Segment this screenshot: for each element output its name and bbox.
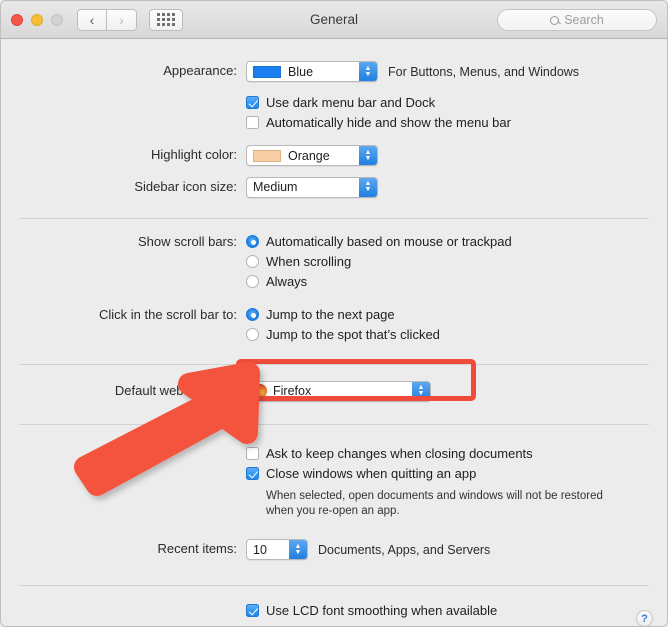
dark-menu-bar-label: Use dark menu bar and Dock xyxy=(266,94,436,110)
click-scroll-bar-row: Click in the scroll bar to: Jump to the … xyxy=(1,305,667,345)
highlight-color-stepper-icon[interactable]: ▲ ▼ xyxy=(359,146,377,165)
highlight-color-popup-button[interactable]: Orange ▲ ▼ xyxy=(246,145,378,166)
chevron-left-icon: ‹ xyxy=(89,11,95,28)
appearance-color-swatch xyxy=(253,65,281,78)
separator-4 xyxy=(19,585,649,586)
firefox-icon xyxy=(253,384,267,398)
auto-hide-menu-bar-checkbox-box[interactable] xyxy=(246,115,259,129)
highlight-color-swatch xyxy=(253,149,281,162)
dark-menu-bar-checkbox-box[interactable] xyxy=(246,95,259,109)
click-scroll-option-next-page[interactable]: Jump to the next page xyxy=(246,305,667,325)
appearance-note: For Buttons, Menus, and Windows xyxy=(388,64,580,79)
ask-keep-changes-checkbox-box[interactable] xyxy=(246,446,259,460)
recent-items-value: 10 xyxy=(253,542,267,557)
lcd-font-smoothing-checkbox-box[interactable] xyxy=(246,603,259,617)
show-all-button[interactable] xyxy=(149,8,183,31)
preferences-content: Appearance: Blue ▲ ▼ For Buttons, Menus, … xyxy=(1,61,667,626)
highlight-color-row: Highlight color: Orange ▲ ▼ xyxy=(1,145,667,167)
appearance-value: Blue xyxy=(288,64,314,79)
appearance-popup-button[interactable]: Blue ▲ ▼ xyxy=(246,61,378,82)
click-scroll-radio-next-page[interactable] xyxy=(246,308,259,321)
click-scroll-label-next-page: Jump to the next page xyxy=(266,307,395,322)
dark-menu-bar-checkbox[interactable]: Use dark menu bar and Dock xyxy=(246,92,667,112)
close-windows-quitting-checkbox[interactable]: Close windows when quitting an app xyxy=(246,463,667,483)
default-web-browser-stepper-icon[interactable]: ▲ ▼ xyxy=(412,381,430,401)
traffic-light-group xyxy=(11,13,63,26)
click-scroll-radio-spot-clicked[interactable] xyxy=(246,328,259,341)
separator-3 xyxy=(19,424,649,425)
separator-2 xyxy=(19,363,649,365)
appearance-stepper-icon[interactable]: ▲ ▼ xyxy=(359,62,377,81)
show-scroll-bars-row: Show scroll bars: Automatically based on… xyxy=(1,232,667,292)
separator-1 xyxy=(19,217,649,219)
highlight-color-label: Highlight color: xyxy=(151,147,237,162)
default-web-browser-popup-button[interactable]: Firefox ▲ ▼ xyxy=(246,380,431,402)
dark-menu-bar-row: Use dark menu bar and Dock Automatically… xyxy=(1,92,667,132)
recent-items-row: Recent items: 10 ▲ ▼ Documents, Apps, and… xyxy=(1,539,667,560)
close-windows-hint: When selected, open documents and window… xyxy=(266,490,603,517)
ask-keep-changes-checkbox[interactable]: Ask to keep changes when closing documen… xyxy=(246,443,667,463)
sidebar-icon-size-stepper-icon[interactable]: ▲ ▼ xyxy=(359,177,377,197)
question-mark-icon: ? xyxy=(641,612,648,625)
recent-items-popup-button[interactable]: 10 ▲ ▼ xyxy=(246,539,308,560)
click-scroll-bar-label: Click in the scroll bar to: xyxy=(99,306,237,322)
highlight-color-value: Orange xyxy=(288,148,330,163)
minimize-button-icon[interactable] xyxy=(31,13,43,26)
lcd-font-smoothing-row: Use LCD font smoothing when available xyxy=(1,600,667,620)
documents-options-row: Ask to keep changes when closing documen… xyxy=(1,443,667,519)
auto-hide-menu-bar-label: Automatically hide and show the menu bar xyxy=(266,114,511,130)
search-input[interactable]: Search xyxy=(497,9,657,31)
scroll-bars-label-when-scrolling: When scrolling xyxy=(266,254,352,269)
scroll-bars-label-always: Always xyxy=(266,274,308,289)
sidebar-icon-size-value: Medium xyxy=(253,180,298,194)
recent-items-label: Recent items: xyxy=(157,541,237,556)
close-windows-quitting-checkbox-box[interactable] xyxy=(246,466,259,480)
scroll-bars-option-when-scrolling[interactable]: When scrolling xyxy=(246,252,667,272)
ask-keep-changes-label: Ask to keep changes when closing documen… xyxy=(266,445,533,461)
sidebar-icon-size-row: Sidebar icon size: Medium ▲ ▼ xyxy=(1,176,667,198)
back-button[interactable]: ‹ xyxy=(77,8,107,31)
forward-button[interactable]: › xyxy=(107,8,137,31)
close-windows-quitting-label: Close windows when quitting an app xyxy=(266,465,477,481)
search-placeholder: Search xyxy=(564,13,604,27)
click-scroll-label-spot-clicked: Jump to the spot that’s clicked xyxy=(266,327,440,342)
sidebar-icon-size-label: Sidebar icon size: xyxy=(134,178,237,194)
sidebar-icon-size-popup-button[interactable]: Medium ▲ ▼ xyxy=(246,176,378,198)
zoom-button-icon[interactable] xyxy=(51,13,63,26)
default-web-browser-value: Firefox xyxy=(273,384,312,398)
window-titlebar: ‹ › General Search xyxy=(1,1,667,39)
chevron-right-icon: › xyxy=(119,11,124,28)
auto-hide-menu-bar-checkbox[interactable]: Automatically hide and show the menu bar xyxy=(246,112,667,132)
default-web-browser-row: Default web browser: Firefox ▲ ▼ xyxy=(1,380,667,404)
system-preferences-window: ‹ › General Search Appearance: Blue ▲ ▼ … xyxy=(0,0,668,627)
scroll-bars-option-auto[interactable]: Automatically based on mouse or trackpad xyxy=(246,232,667,252)
lcd-font-smoothing-checkbox[interactable]: Use LCD font smoothing when available xyxy=(246,600,667,620)
default-web-browser-label: Default web browser: xyxy=(114,382,237,398)
appearance-row: Appearance: Blue ▲ ▼ For Buttons, Menus, … xyxy=(1,61,667,82)
search-icon xyxy=(550,15,560,25)
recent-items-stepper-icon[interactable]: ▲ ▼ xyxy=(289,540,307,559)
scroll-bars-option-always[interactable]: Always xyxy=(246,272,667,292)
click-scroll-option-spot-clicked[interactable]: Jump to the spot that’s clicked xyxy=(246,325,667,345)
show-all-grid-icon xyxy=(157,13,175,26)
scroll-bars-label-auto: Automatically based on mouse or trackpad xyxy=(266,234,512,249)
help-button[interactable]: ? xyxy=(636,610,653,626)
lcd-font-smoothing-label: Use LCD font smoothing when available xyxy=(266,602,498,618)
scroll-bars-radio-when-scrolling[interactable] xyxy=(246,255,259,268)
scroll-bars-radio-always[interactable] xyxy=(246,275,259,288)
appearance-label: Appearance: xyxy=(163,63,237,78)
navigation-button-group: ‹ › xyxy=(77,8,137,31)
close-button-icon[interactable] xyxy=(11,13,23,26)
show-scroll-bars-label: Show scroll bars: xyxy=(138,233,237,249)
recent-items-note: Documents, Apps, and Servers xyxy=(318,542,491,557)
scroll-bars-radio-auto[interactable] xyxy=(246,235,259,248)
